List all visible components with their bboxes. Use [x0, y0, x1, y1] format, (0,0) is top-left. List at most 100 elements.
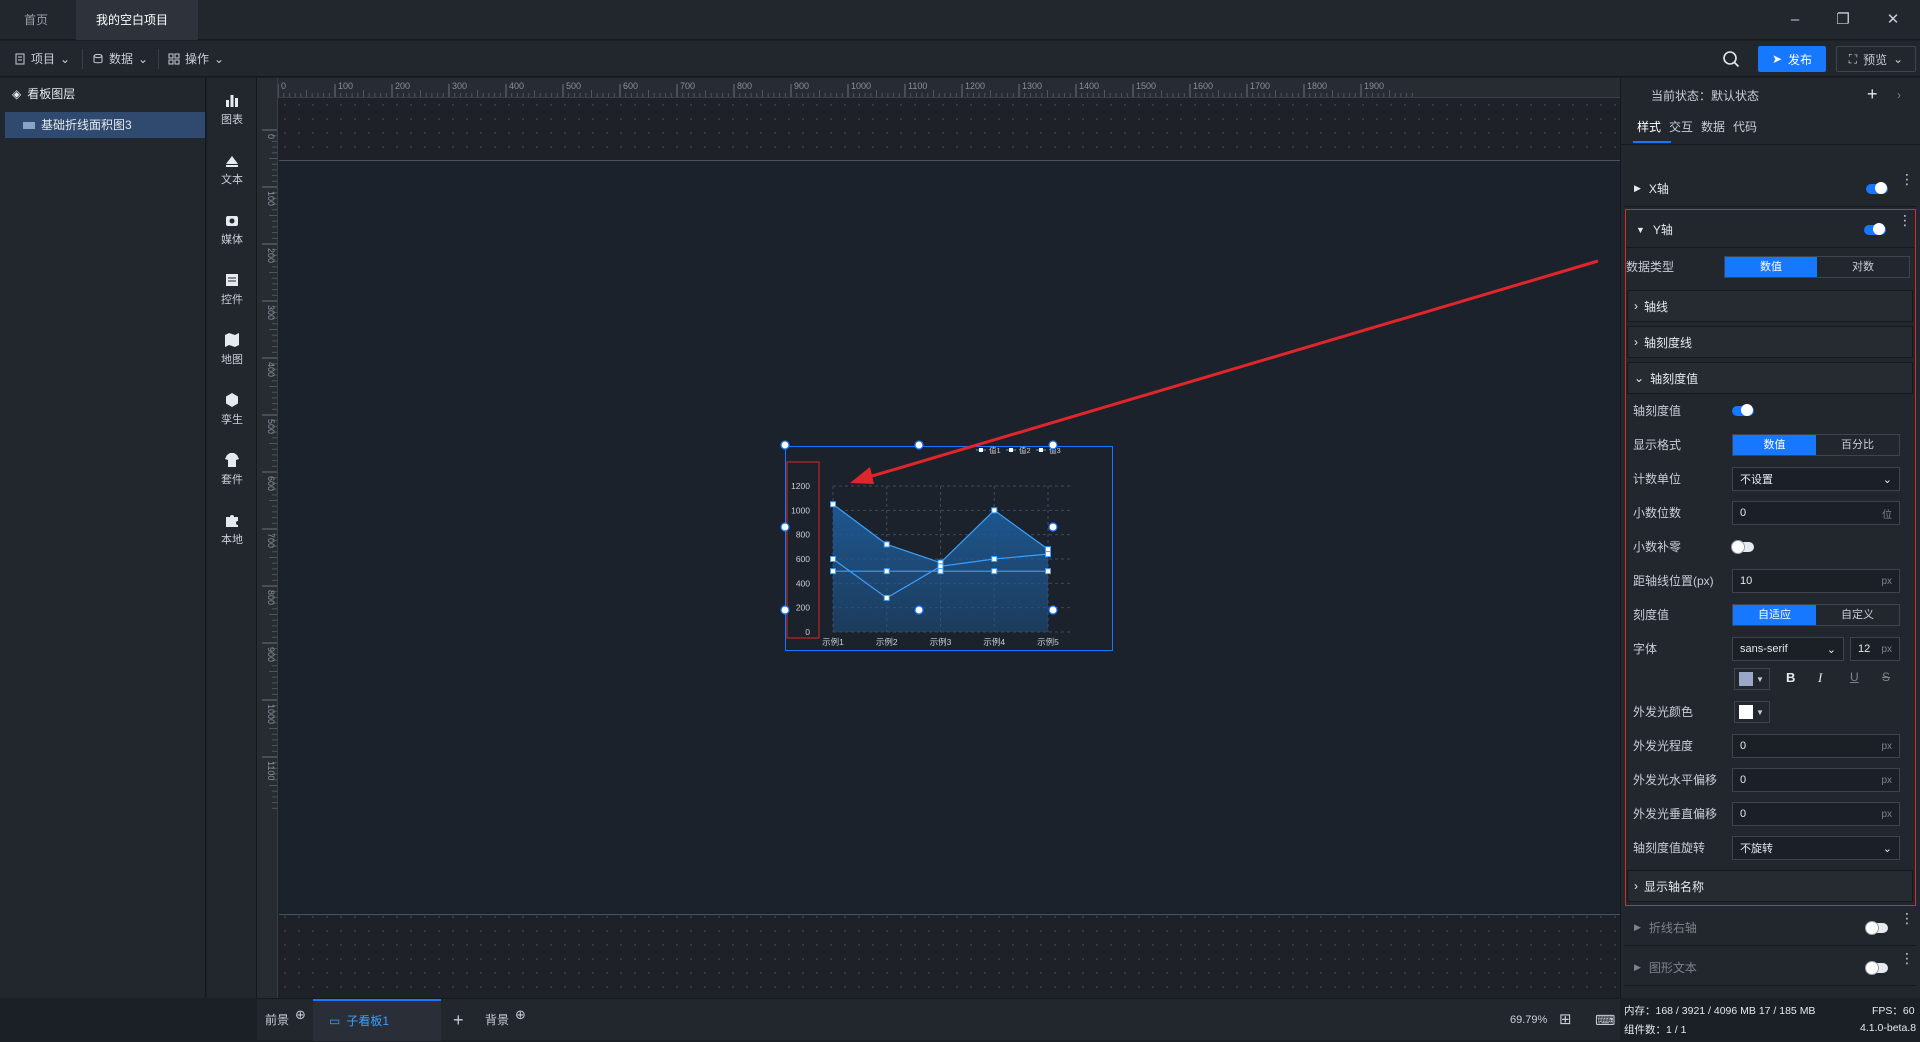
resize-handle[interactable]: [914, 605, 924, 615]
x-axis-toggle[interactable]: [1866, 182, 1888, 194]
menu-project[interactable]: 项目 ⌄: [6, 41, 78, 77]
ruler-left-label: 800: [266, 590, 276, 605]
chevron-right-icon[interactable]: ›: [1897, 88, 1901, 102]
section-show-axis-name[interactable]: › 显示轴名称: [1627, 870, 1913, 902]
tab-project[interactable]: 我的空白项目: [76, 0, 198, 65]
comp-map[interactable]: 地图: [207, 324, 257, 376]
comp-media[interactable]: 媒体: [207, 204, 257, 256]
tab-code[interactable]: 代码: [1733, 114, 1757, 140]
underline-icon[interactable]: U: [1850, 670, 1859, 684]
strikethrough-icon[interactable]: S: [1882, 670, 1890, 684]
text-icon: [226, 156, 238, 167]
close-button[interactable]: ✕: [1870, 0, 1916, 40]
comp-control[interactable]: 控件: [207, 264, 257, 316]
format-percent[interactable]: 百分比: [1816, 435, 1899, 455]
distance-input[interactable]: 10 px: [1732, 569, 1900, 593]
search-icon[interactable]: [1722, 50, 1740, 71]
preview-button[interactable]: ⛶ 预览 ⌄: [1836, 46, 1916, 72]
data-point: [1045, 546, 1051, 553]
graphic-text-toggle[interactable]: [1865, 961, 1888, 975]
comp-text[interactable]: 文本: [207, 144, 257, 196]
decimals-input[interactable]: 0位: [1732, 501, 1900, 525]
format-number[interactable]: 数值: [1733, 435, 1816, 455]
section-axis-tick-line[interactable]: › 轴刻度线: [1627, 326, 1913, 358]
right-axis-label: 折线右轴: [1648, 921, 1697, 935]
glow-h-input[interactable]: 0 px: [1732, 768, 1900, 792]
publish-label: 发布: [1788, 52, 1813, 67]
font-family-select[interactable]: sans-serif ⌄: [1732, 637, 1844, 661]
comp-twin[interactable]: 孪生: [207, 384, 257, 436]
fullscreen-icon: ⛶: [1848, 51, 1858, 66]
comp-kit[interactable]: 套件: [207, 444, 257, 496]
tab-home[interactable]: 首页: [4, 0, 68, 40]
glow-level-input[interactable]: 0 px: [1732, 734, 1900, 758]
menu-operate[interactable]: 操作 ⌄: [160, 41, 232, 77]
more-icon[interactable]: ⋮: [1900, 951, 1914, 965]
comp-media-label: 媒体: [221, 234, 243, 246]
annotation-arrow: [850, 259, 1599, 484]
tab-style-label: 样式: [1637, 120, 1662, 134]
tab-style[interactable]: 样式: [1637, 114, 1661, 140]
tick-custom[interactable]: 自定义: [1816, 605, 1899, 625]
data-type-segment[interactable]: 数值 对数: [1724, 256, 1910, 278]
more-icon[interactable]: ⋮: [1900, 911, 1914, 925]
add-circle-icon[interactable]: ⊕: [515, 994, 526, 1036]
menu-data[interactable]: 数据 ⌄: [84, 41, 156, 77]
font-color-picker[interactable]: ▼: [1734, 668, 1770, 690]
layer-item-label: 基础折线面积图3: [41, 118, 132, 132]
italic-icon[interactable]: I: [1818, 670, 1822, 686]
add-board-button[interactable]: +: [453, 999, 464, 1041]
keyboard-icon[interactable]: ⌨: [1595, 999, 1615, 1041]
zoom-level[interactable]: 69.79%: [1510, 999, 1547, 1041]
minimize-button[interactable]: –: [1772, 0, 1818, 40]
distance-unit: px: [1881, 575, 1892, 587]
glow-color-picker[interactable]: ▼: [1734, 701, 1770, 723]
right-axis-toggle[interactable]: [1865, 921, 1888, 935]
section-y-axis[interactable]: ▼ Y轴 ⋮: [1626, 212, 1914, 248]
section-right-axis[interactable]: ▶ 折线右轴 ⋮: [1624, 910, 1916, 946]
more-icon[interactable]: ⋮: [1898, 213, 1912, 227]
publish-button[interactable]: ➤ 发布: [1758, 46, 1826, 72]
unit-select[interactable]: 不设置 ⌄: [1732, 467, 1900, 491]
section-graphic-text[interactable]: ▶ 图形文本 ⋮: [1624, 950, 1916, 986]
data-type-log[interactable]: 对数: [1817, 257, 1909, 277]
y-axis-label: Y轴: [1652, 223, 1673, 237]
format-segment[interactable]: 数值 百分比: [1732, 434, 1900, 456]
foreground-tab[interactable]: 前景 ⊕: [265, 999, 306, 1041]
caret-down-icon: ▼: [1636, 224, 1645, 235]
add-circle-icon[interactable]: ⊕: [295, 994, 306, 1036]
resize-handle[interactable]: [780, 440, 790, 450]
tick-adaptive[interactable]: 自适应: [1733, 605, 1816, 625]
y-axis-toggle[interactable]: [1864, 223, 1886, 235]
zero-pad-toggle[interactable]: [1731, 540, 1754, 554]
rotate-select[interactable]: 不旋转 ⌄: [1732, 836, 1900, 860]
fit-screen-icon[interactable]: ⊞: [1559, 999, 1572, 1041]
tab-data[interactable]: 数据: [1701, 114, 1725, 140]
resize-handle[interactable]: [1048, 522, 1058, 532]
layer-item[interactable]: 基础折线面积图3: [5, 112, 205, 138]
resize-handle[interactable]: [780, 522, 790, 532]
chevron-down-icon: ⌄: [1826, 643, 1836, 656]
section-axis-line[interactable]: › 轴线: [1627, 290, 1913, 322]
tab-interact[interactable]: 交互: [1669, 114, 1693, 140]
state-label: 当前状态：默认状态: [1651, 89, 1760, 103]
bold-icon[interactable]: B: [1786, 670, 1795, 685]
resize-handle[interactable]: [1048, 605, 1058, 615]
font-size-input[interactable]: 12 px: [1850, 637, 1900, 661]
data-point: [991, 568, 998, 575]
restore-button[interactable]: ❐: [1820, 0, 1866, 40]
board-tab[interactable]: ▭ 子看板1: [313, 999, 441, 1041]
resize-handle[interactable]: [780, 605, 790, 615]
more-icon[interactable]: ⋮: [1900, 172, 1914, 186]
comp-chart[interactable]: 图表: [207, 84, 257, 136]
section-axis-tick-value[interactable]: ⌄ 轴刻度值: [1627, 362, 1913, 394]
tick-value-toggle[interactable]: [1732, 404, 1754, 416]
data-type-value[interactable]: 数值: [1725, 257, 1817, 277]
tick-segment[interactable]: 自适应 自定义: [1732, 604, 1900, 626]
comp-local[interactable]: 本地: [207, 504, 257, 556]
section-x-axis[interactable]: ▶ X轴 ⋮: [1624, 171, 1916, 207]
glow-v-input[interactable]: 0 px: [1732, 802, 1900, 826]
add-state-button[interactable]: +: [1867, 84, 1878, 105]
menu-operate-label: 操作: [185, 52, 210, 66]
background-tab[interactable]: 背景 ⊕: [485, 999, 526, 1041]
